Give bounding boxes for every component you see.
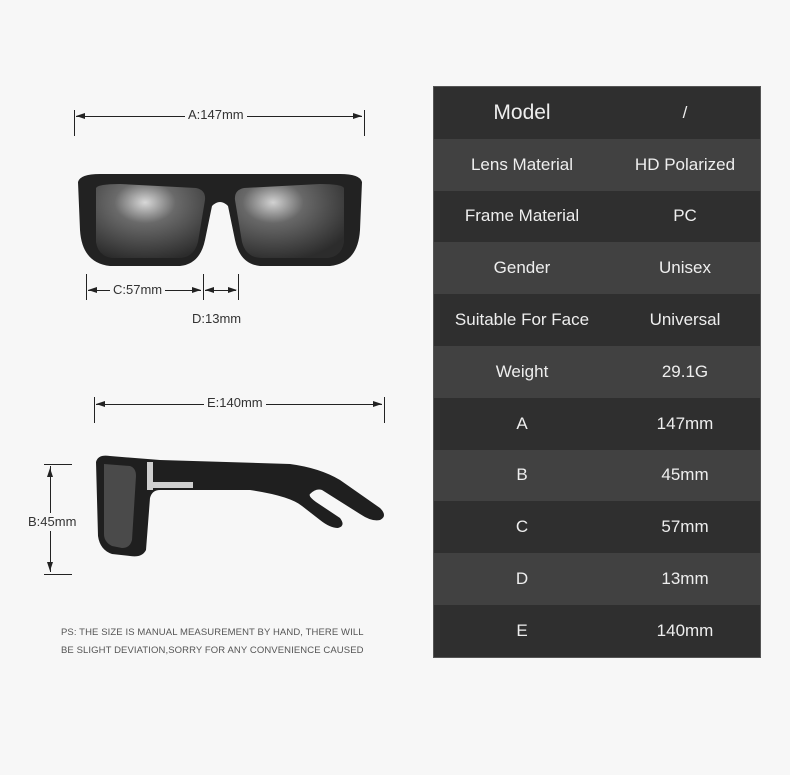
row-label: B <box>516 465 528 485</box>
row-value: 57mm <box>661 517 709 537</box>
arrow-right-icon <box>228 287 237 293</box>
sunglasses-front-image <box>78 174 362 266</box>
arrow-up-icon <box>47 468 53 477</box>
row-label: Lens Material <box>470 154 574 174</box>
arrow-left-icon <box>205 287 214 293</box>
table-row-weight: Weight 29.1G <box>434 345 760 398</box>
tick <box>74 110 75 136</box>
row-label: Model <box>493 100 551 124</box>
table-row-lens-material: Lens Material HD Polarized <box>434 138 760 191</box>
table-row-gender: Gender Unisex <box>434 242 760 295</box>
row-label: Suitable For Face <box>454 310 590 330</box>
dimension-d-label: D:13mm <box>189 312 245 326</box>
table-row-a: A 147mm <box>434 397 760 450</box>
row-value: Unisex <box>659 258 711 278</box>
row-label: Frame Material <box>464 206 580 226</box>
tick <box>364 110 365 136</box>
row-value: 147mm <box>656 413 714 433</box>
table-row-face: Suitable For Face Universal <box>434 294 760 346</box>
dimension-b-label: B:45mm <box>28 513 77 531</box>
row-value: / <box>682 102 688 122</box>
tick <box>384 397 385 423</box>
table-row-e: E 140mm <box>434 604 760 657</box>
table-row-b: B 45mm <box>434 449 760 502</box>
arrow-right-icon <box>192 287 201 293</box>
arrow-right-icon <box>373 401 382 407</box>
sunglasses-side-image <box>96 455 384 557</box>
row-label: C <box>515 517 529 537</box>
row-value: 45mm <box>661 465 709 485</box>
row-value: 13mm <box>661 569 709 589</box>
spec-table: Model / Lens Material HD Polarized Frame… <box>433 86 761 658</box>
arrow-left-icon <box>88 287 97 293</box>
disclaimer-note: PS: THE SIZE IS MANUAL MEASUREMENT BY HA… <box>61 624 364 660</box>
row-label: E <box>516 620 528 640</box>
tick <box>94 397 95 423</box>
row-value: Universal <box>649 310 721 330</box>
table-row-frame-material: Frame Material PC <box>434 190 760 243</box>
tick <box>203 274 204 300</box>
row-value: 29.1G <box>661 361 709 381</box>
dimension-e-label: E:140mm <box>204 396 266 410</box>
note-line-2: BE SLIGHT DEVIATION,SORRY FOR ANY CONVEN… <box>61 645 364 656</box>
dimension-c-label: C:57mm <box>110 283 166 297</box>
table-row-c: C 57mm <box>434 501 760 554</box>
row-value: PC <box>673 206 697 226</box>
arrow-left-icon <box>76 113 85 119</box>
tick <box>238 274 239 300</box>
row-value: HD Polarized <box>634 154 736 174</box>
arrow-left-icon <box>96 401 105 407</box>
row-label: Weight <box>495 361 549 381</box>
dimension-a-label: A:147mm <box>185 108 247 122</box>
table-row-d: D 13mm <box>434 553 760 605</box>
arrow-down-icon <box>47 562 53 571</box>
table-row-model: Model / <box>434 87 760 139</box>
arrow-right-icon <box>353 113 362 119</box>
note-line-1: PS: THE SIZE IS MANUAL MEASUREMENT BY HA… <box>61 627 364 638</box>
tick <box>44 464 72 465</box>
tick <box>44 574 72 575</box>
row-value: 140mm <box>656 620 714 640</box>
row-label: A <box>516 413 528 433</box>
tick <box>86 274 87 300</box>
row-label: D <box>515 569 529 589</box>
row-label: Gender <box>493 258 551 278</box>
